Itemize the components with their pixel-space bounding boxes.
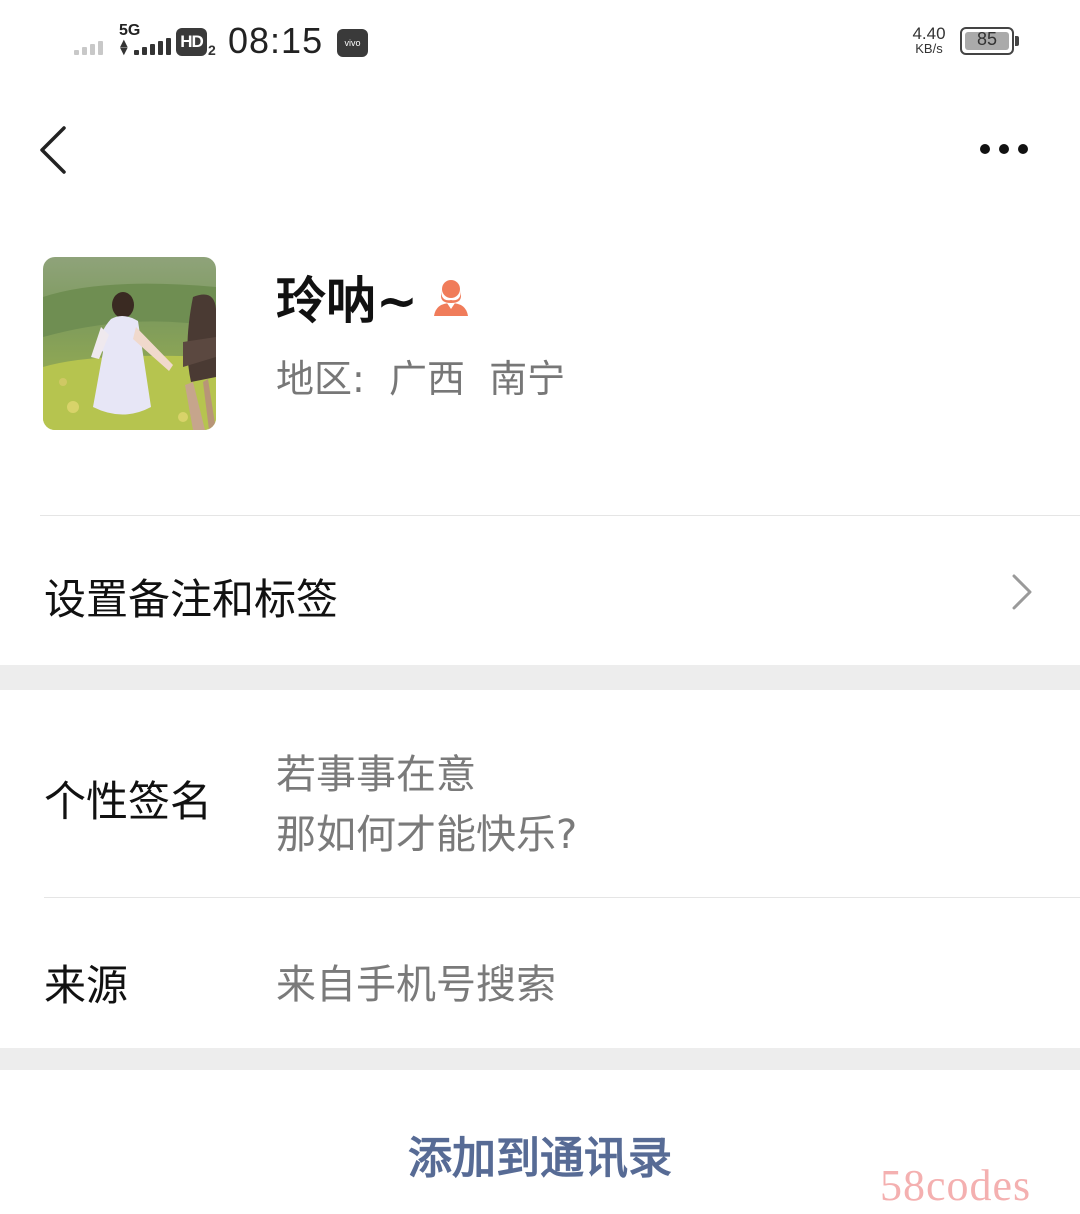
signature-line-1: 若事事在意 (276, 752, 476, 798)
signature-line-2: 那如何才能快乐? (276, 812, 578, 858)
chevron-left-icon (40, 126, 66, 174)
battery-level: 85 (976, 29, 998, 49)
chevron-right-icon (1012, 574, 1032, 610)
hd-voice-icon: HD (176, 28, 207, 56)
remark-label: 设置备注和标签 (44, 575, 339, 624)
hd-voice-sub: 2 (208, 42, 216, 58)
data-arrows-icon: ▲ ▼ (120, 38, 128, 57)
avatar-photo (43, 257, 216, 430)
profile-name: 玲呐~ (276, 272, 418, 330)
more-button[interactable] (970, 130, 1040, 170)
region-province: 广西 (388, 357, 465, 401)
region: 地区: 广西 南宁 (276, 348, 565, 403)
sim1-signal-icon (74, 38, 103, 55)
vivo-badge-icon: vivo (337, 29, 368, 57)
signature-row: 个性签名 若事事在意 那如何才能快乐? (0, 690, 1080, 897)
clock: 08:15 (228, 20, 324, 61)
watermark: 58codes (880, 1161, 1032, 1210)
set-remark-row[interactable]: 设置备注和标签 (0, 516, 1080, 665)
more-dots-icon (980, 144, 1028, 154)
battery-icon: 85 (960, 27, 1014, 55)
name-row: 玲呐~ (276, 262, 472, 332)
signature-label: 个性签名 (44, 777, 213, 826)
region-city: 南宁 (489, 357, 566, 401)
source-label: 来源 (44, 961, 129, 1010)
section-separator (0, 1048, 1080, 1070)
section-separator (0, 665, 1080, 690)
back-button[interactable] (30, 118, 80, 182)
source-row: 来源 来自手机号搜索 (0, 898, 1080, 1048)
region-label: 地区: (276, 357, 365, 401)
sim2-signal-icon (134, 38, 171, 55)
status-bar: 5G ▲ ▼ HD 2 08:15 vivo 4.40 KB/s 85 (0, 0, 1080, 84)
avatar[interactable] (43, 257, 216, 430)
female-user-icon (433, 280, 468, 316)
speed-unit: KB/s (915, 41, 943, 56)
speed-value: 4.40 (912, 24, 946, 43)
source-value: 来自手机号搜索 (276, 962, 556, 1008)
battery-tip (1015, 36, 1019, 46)
network-speed: 4.40 KB/s (905, 25, 953, 56)
